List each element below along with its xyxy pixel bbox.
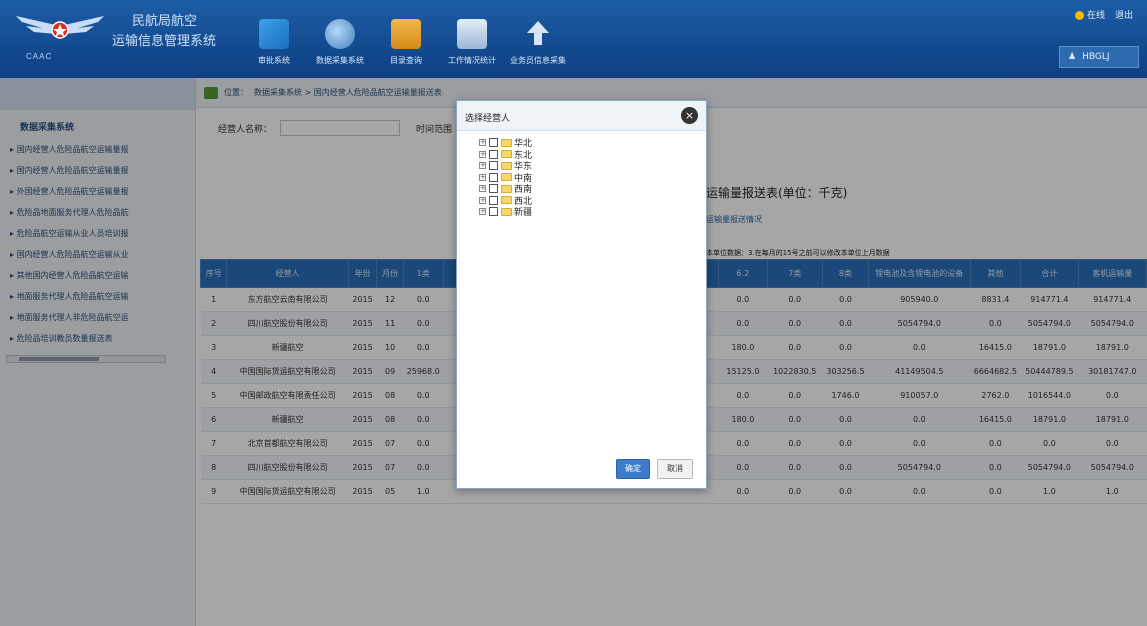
dialog-footer: 确定 取消	[457, 456, 706, 480]
caac-wings-icon	[16, 16, 104, 39]
tree-checkbox[interactable]	[489, 172, 498, 182]
folder-icon	[501, 150, 512, 159]
pencil-chart-icon	[259, 19, 289, 49]
caac-label: CAAC	[26, 52, 53, 61]
folder-icon	[501, 161, 512, 170]
nav-label: 目录查询	[390, 56, 422, 65]
top-nav: 审批系统 数据采集系统 目录查询 工作情况统计 业务员信息采集	[244, 6, 574, 72]
nav-work-stats[interactable]: 工作情况统计	[442, 6, 502, 66]
app-header: CAAC 民航局航空 运输信息管理系统 审批系统 数据采集系统 目录查询 工作情…	[0, 0, 1147, 78]
nav-label: 审批系统	[258, 56, 290, 65]
nav-staff-info[interactable]: 业务员信息采集	[508, 6, 568, 66]
expand-icon[interactable]: +	[479, 150, 486, 158]
folder-icon	[501, 184, 512, 193]
status-dot-icon	[1074, 11, 1084, 20]
globe-icon	[325, 19, 355, 49]
close-icon[interactable]: ×	[681, 107, 698, 124]
dialog-header: 选择经营人 ×	[457, 101, 706, 131]
tree-node-label: 新疆	[514, 208, 533, 219]
user-icon: ♟	[1068, 52, 1077, 62]
expand-icon[interactable]: +	[479, 208, 486, 216]
select-operator-dialog: 选择经营人 × + 华北 + 东北 + 华东 + 中南 + 西南 + 西北 + 新疆 确定 取…	[456, 100, 707, 489]
nav-label: 工作情况统计	[448, 56, 496, 65]
tree-node-xinjiang[interactable]: + 新疆	[479, 206, 706, 218]
tree-checkbox[interactable]	[489, 138, 498, 148]
tree-checkbox[interactable]	[489, 149, 498, 159]
nav-data-collection[interactable]: 数据采集系统	[310, 6, 370, 66]
dialog-title: 选择经营人	[465, 114, 511, 124]
folder-icon	[501, 173, 512, 182]
folder-icon	[501, 207, 512, 216]
tree-checkbox[interactable]	[489, 195, 498, 205]
expand-icon[interactable]: +	[479, 139, 486, 147]
tree-checkbox[interactable]	[489, 161, 498, 171]
tree-checkbox[interactable]	[489, 184, 498, 194]
app-logo: CAAC 民航局航空 运输信息管理系统	[12, 8, 227, 68]
expand-icon[interactable]: +	[479, 162, 486, 170]
cancel-button[interactable]: 取消	[657, 459, 693, 479]
online-status: 在线	[1074, 8, 1105, 21]
expand-icon[interactable]: +	[479, 196, 486, 204]
tree-checkbox[interactable]	[489, 207, 498, 217]
nav-label: 业务员信息采集	[510, 56, 566, 65]
top-right-links: 在线 退出	[1074, 8, 1133, 21]
expand-icon[interactable]: +	[479, 173, 486, 181]
expand-icon[interactable]: +	[479, 185, 486, 193]
logout-link[interactable]: 退出	[1115, 8, 1133, 21]
nav-approval[interactable]: 审批系统	[244, 6, 304, 66]
system-title-line1: 民航局航空	[132, 13, 198, 28]
region-tree: + 华北 + 东北 + 华东 + 中南 + 西南 + 西北 + 新疆	[457, 131, 706, 218]
confirm-button[interactable]: 确定	[616, 459, 650, 479]
nav-label: 数据采集系统	[316, 56, 364, 65]
monitor-chart-icon	[457, 19, 487, 49]
upload-arrow-icon	[523, 19, 553, 49]
folder-icon	[501, 196, 512, 205]
system-title-line2: 运输信息管理系统	[112, 33, 217, 48]
username: HBGLJ	[1082, 52, 1110, 62]
folder-down-icon	[391, 19, 421, 49]
folder-icon	[501, 138, 512, 147]
user-box[interactable]: ♟ HBGLJ	[1059, 46, 1139, 68]
nav-catalog-query[interactable]: 目录查询	[376, 6, 436, 66]
